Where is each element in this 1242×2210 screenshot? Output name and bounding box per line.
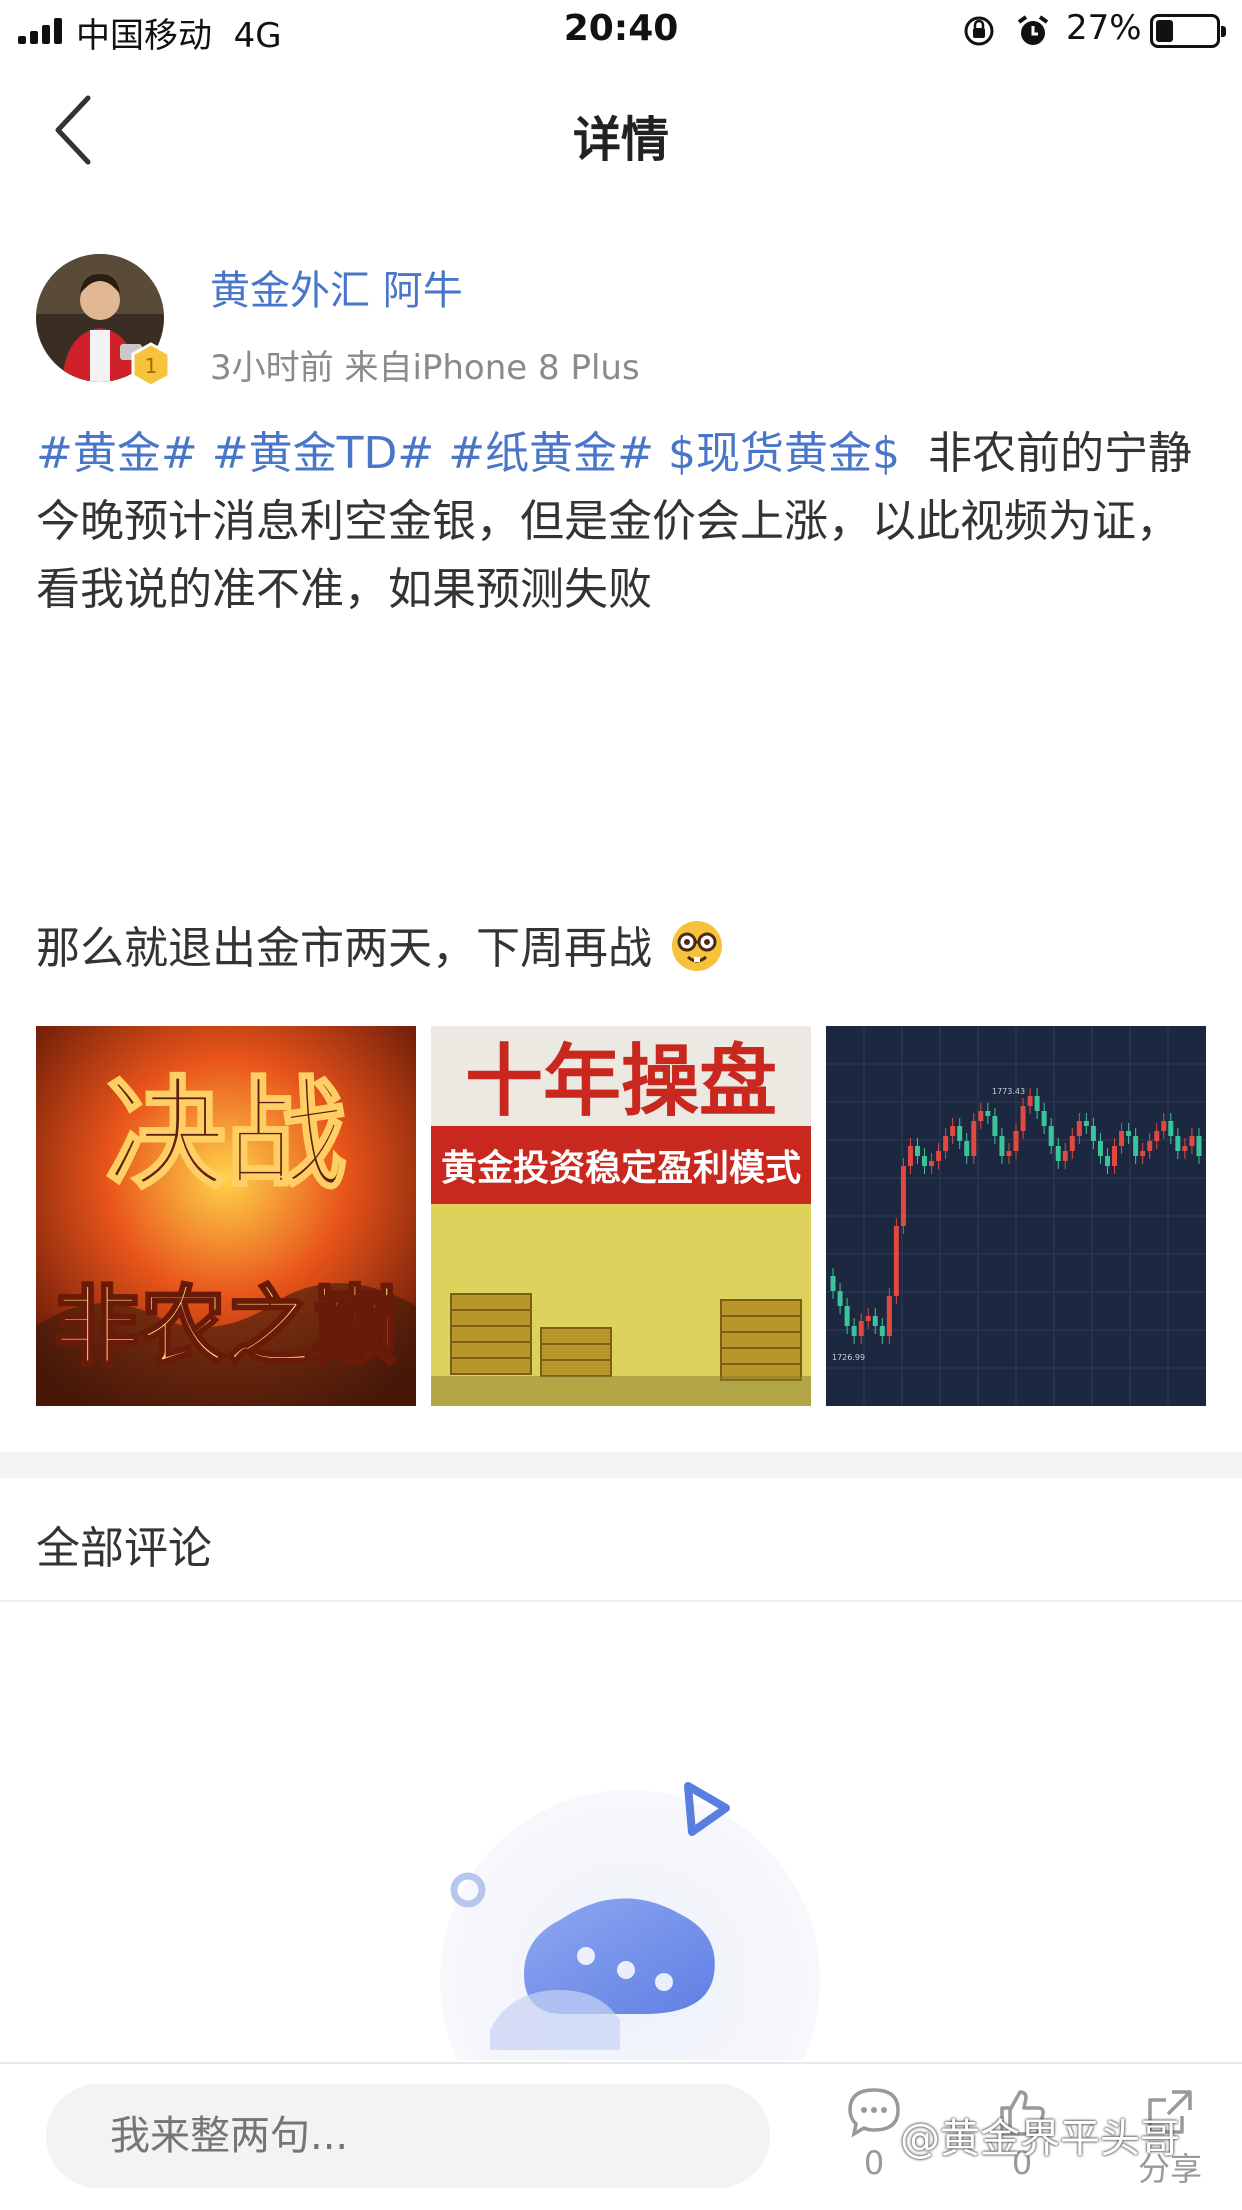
status-time: 20:40 <box>563 8 679 49</box>
watermark: @黄金界平头哥 <box>900 2116 1180 2162</box>
candle-body <box>943 1136 949 1151</box>
candle-body <box>950 1126 956 1136</box>
post-text-3: 那么就退出金市两天，下周再战 <box>36 923 652 974</box>
candle-body <box>1048 1126 1054 1146</box>
candle-body <box>900 1166 906 1226</box>
svg-text:十年操盘: 十年操盘 <box>465 1036 777 1127</box>
candle-body <box>1168 1121 1174 1136</box>
divider <box>0 1600 1242 1602</box>
candle-body <box>992 1116 998 1136</box>
comment-bubble-icon <box>848 2088 900 2138</box>
candle-body <box>1097 1141 1103 1156</box>
post-image-2[interactable]: 十年操盘 黄金投资稳定盈利模式 <box>431 1026 811 1406</box>
post-text-1: 非农前的宁静 <box>927 428 1192 479</box>
candle-body <box>907 1146 913 1166</box>
candle-body <box>1006 1151 1012 1156</box>
candle-body <box>1062 1151 1068 1161</box>
status-bar: 中国移动 4G 20:40 27% <box>0 0 1242 62</box>
candle-body <box>936 1151 942 1161</box>
candle-body <box>1083 1121 1089 1126</box>
stock-tag-link[interactable]: $现货黄金$ <box>668 428 900 479</box>
author-name[interactable]: 黄金外汇 阿牛 <box>210 258 463 316</box>
post-image-1[interactable]: 决战 非农之巅 <box>36 1026 416 1406</box>
svg-text:非农之巅: 非农之巅 <box>54 1276 398 1377</box>
candle-body <box>1041 1111 1047 1126</box>
candle-body <box>844 1306 850 1326</box>
candle-body <box>1189 1136 1195 1146</box>
candle-body <box>1076 1121 1082 1136</box>
candle-body <box>865 1316 871 1321</box>
candle-body <box>1020 1106 1026 1131</box>
candle-body <box>830 1276 836 1291</box>
battery-percent: 27% <box>1066 8 1142 48</box>
candle-body <box>999 1136 1005 1156</box>
hashtag-link[interactable]: #黄金# <box>36 428 198 479</box>
candle-body <box>1090 1126 1096 1141</box>
chart-low-label: 1726.99 <box>832 1353 865 1362</box>
svg-text:决战: 决战 <box>106 1064 346 1205</box>
candle-body <box>1055 1146 1061 1161</box>
candle-body <box>1196 1136 1202 1156</box>
post-body: #黄金# #黄金TD# #纸黄金# $现货黄金$ 非农前的宁静 今晚预计消息利空… <box>36 420 1206 624</box>
empty-comments-illustration <box>440 1782 820 2060</box>
candle-body <box>1027 1096 1033 1106</box>
candle-body <box>1013 1131 1019 1151</box>
candle-body <box>1126 1131 1132 1136</box>
candlestick-chart: 1773.43 1726.99 <box>826 1026 1206 1406</box>
candle-body <box>1069 1136 1075 1151</box>
comments-title: 全部评论 <box>36 1523 212 1574</box>
candle-body <box>978 1111 984 1121</box>
candle-body <box>1104 1156 1110 1166</box>
section-divider <box>0 1452 1242 1478</box>
candle-body <box>922 1156 928 1166</box>
candle-body <box>1112 1146 1118 1166</box>
candle-body <box>1119 1131 1125 1146</box>
candle-body <box>893 1226 899 1296</box>
candle-body <box>858 1321 864 1336</box>
chart-high-label: 1773.43 <box>992 1087 1025 1096</box>
candle-body <box>1140 1151 1146 1156</box>
candle-body <box>851 1326 857 1336</box>
page-title: 详情 <box>572 112 669 168</box>
post-line-3: 那么就退出金市两天，下周再战 <box>36 915 724 983</box>
candle-body <box>1133 1136 1139 1156</box>
post-meta: 3小时前 来自iPhone 8 Plus <box>210 348 640 388</box>
hashtag-link[interactable]: #黄金TD# <box>212 428 435 479</box>
candle-body <box>1182 1146 1188 1151</box>
rotation-lock-icon <box>964 16 994 46</box>
svg-text:1: 1 <box>145 354 158 378</box>
candle-body <box>886 1296 892 1336</box>
candle-body <box>929 1161 935 1166</box>
comment-input[interactable] <box>46 2084 770 2188</box>
svg-text:黄金投资稳定盈利模式: 黄金投资稳定盈利模式 <box>441 1147 801 1189</box>
candle-body <box>879 1326 885 1336</box>
post-image-3[interactable]: 1773.43 1726.99 <box>826 1026 1206 1406</box>
battery-icon <box>1150 14 1226 48</box>
candle-body <box>1175 1136 1181 1151</box>
hashtag-link[interactable]: #纸黄金# <box>448 428 654 479</box>
candle-body <box>1161 1121 1167 1131</box>
candle-body <box>957 1126 963 1141</box>
alarm-icon <box>1017 15 1049 45</box>
candle-body <box>872 1316 878 1326</box>
candle-body <box>985 1111 991 1116</box>
post-text-2: 今晚预计消息利空金银，但是金价会上涨，以此视频为证，看我说的准不准，如果预测失败 <box>36 496 1180 615</box>
nerd-face-icon <box>672 921 722 971</box>
candle-body <box>837 1291 843 1306</box>
candle-body <box>914 1146 920 1156</box>
candle-body <box>1154 1131 1160 1141</box>
candle-body <box>964 1141 970 1156</box>
level-badge-icon: 1 <box>131 342 171 388</box>
candle-body <box>1147 1141 1153 1151</box>
candle-body <box>1034 1096 1040 1111</box>
nav-bar: 详情 <box>0 62 1242 192</box>
candle-body <box>971 1121 977 1156</box>
